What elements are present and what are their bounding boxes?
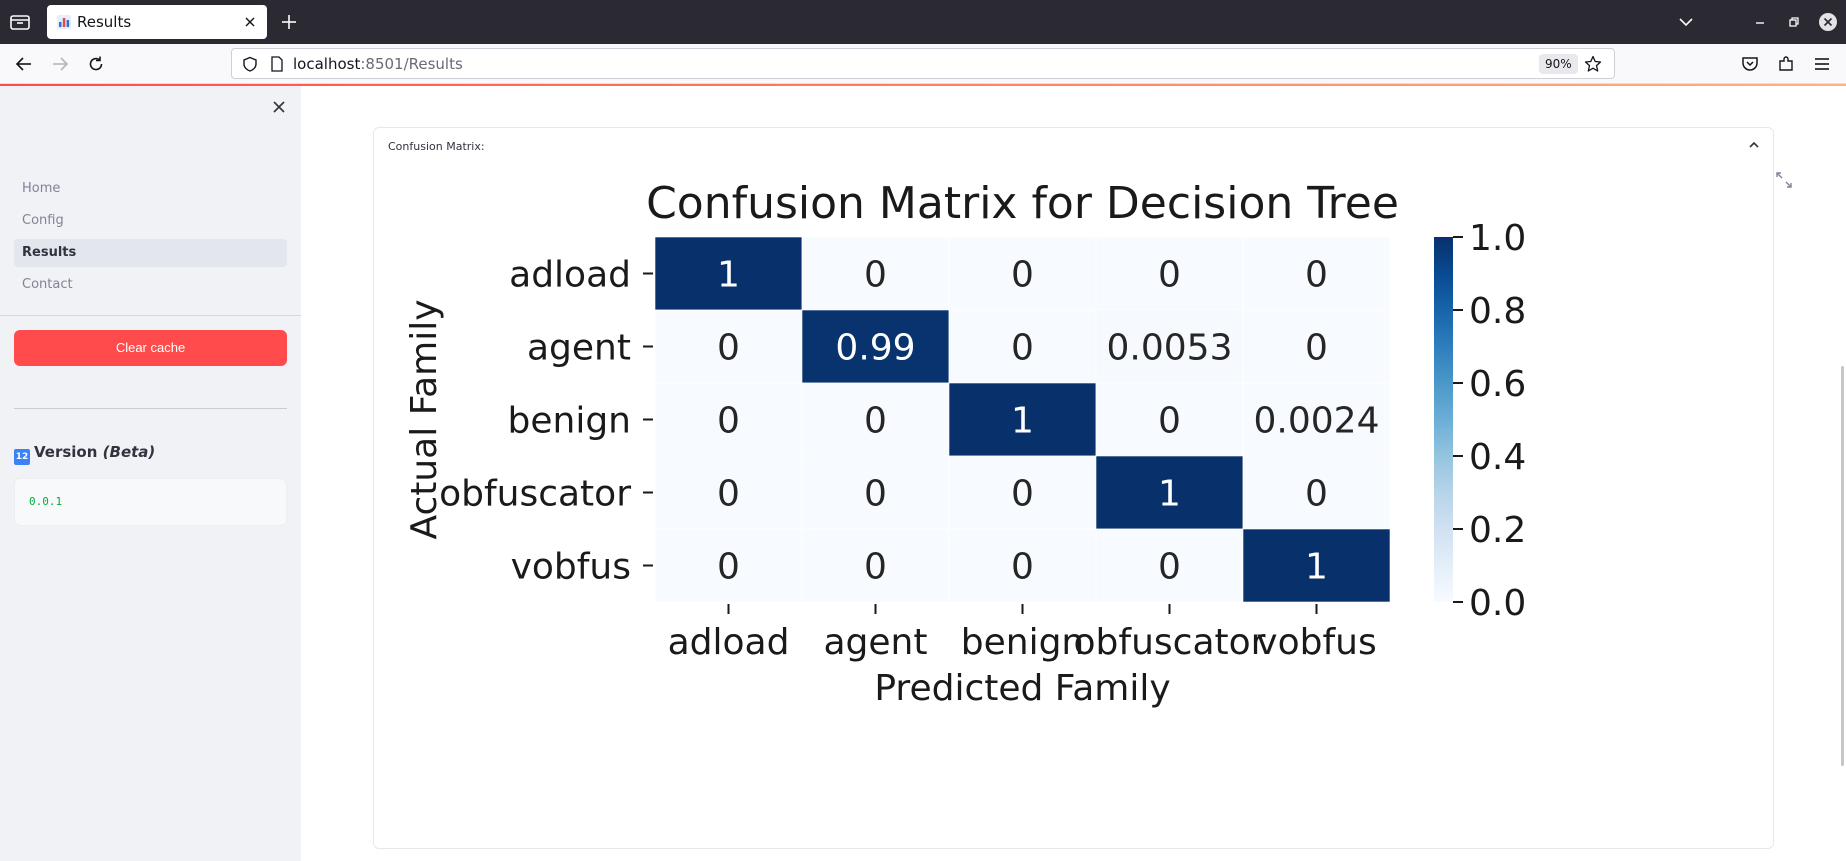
numbers-icon: 12 <box>14 449 30 465</box>
close-sidebar-icon[interactable] <box>270 98 288 116</box>
cell-label: 0 <box>717 328 740 369</box>
version-tag: (Beta) <box>102 443 156 461</box>
sidebar-item-contact[interactable]: Contact <box>14 271 287 299</box>
browser-tab[interactable]: Results <box>47 5 267 39</box>
cell-label: 0 <box>1011 255 1034 296</box>
colorbar <box>1434 237 1453 602</box>
version-code-block: 0.0.1 <box>14 478 287 526</box>
cell-label: 0 <box>1011 547 1034 588</box>
cell-label: 0 <box>1158 255 1181 296</box>
colorbar-tick-label: 0.6 <box>1469 364 1526 405</box>
pocket-icon[interactable] <box>1740 54 1760 74</box>
scrollbar[interactable] <box>1841 366 1844 766</box>
cell-label: 0 <box>1011 328 1034 369</box>
version-value: 0.0.1 <box>29 495 63 508</box>
url-host: localhost <box>293 55 361 73</box>
sidebar-item-config[interactable]: Config <box>14 207 287 235</box>
main-content: Confusion Matrix: Confusion Matrix for D… <box>301 86 1846 861</box>
hamburger-menu-icon[interactable] <box>1812 54 1832 74</box>
back-arrow-icon[interactable] <box>14 54 34 74</box>
cell-label: 0 <box>717 547 740 588</box>
y-tick-label: agent <box>527 328 631 369</box>
list-all-tabs-chevron-icon[interactable] <box>1676 12 1696 32</box>
cell-label: 0 <box>864 255 887 296</box>
x-tick-label: benign <box>961 622 1085 663</box>
cell-label: 0 <box>1305 474 1328 515</box>
colorbar-tick-label: 0.0 <box>1469 583 1526 624</box>
cell-label: 0 <box>1305 328 1328 369</box>
url-path: :8501/Results <box>360 55 463 73</box>
cell-label: 0.99 <box>835 328 915 369</box>
cell-label: 0 <box>864 474 887 515</box>
bar-chart-icon <box>57 15 71 29</box>
colorbar-tick-label: 0.8 <box>1469 291 1526 332</box>
page-icon[interactable] <box>270 56 284 72</box>
cell-label: 0 <box>1158 547 1181 588</box>
sidebar: Home Config Results Contact Clear cache … <box>0 86 301 861</box>
forward-arrow-icon[interactable] <box>50 54 70 74</box>
y-tick-label: benign <box>508 401 632 442</box>
fullscreen-icon[interactable] <box>1776 172 1792 188</box>
x-tick-label: adload <box>668 622 790 663</box>
y-tick-label: adload <box>509 255 631 296</box>
close-tab-icon[interactable] <box>241 13 259 31</box>
sidebar-item-home[interactable]: Home <box>14 175 287 203</box>
version-title: Version <box>34 443 98 461</box>
cell-label: 0 <box>864 401 887 442</box>
sidebar-divider <box>0 315 301 316</box>
cell-label: 0 <box>864 547 887 588</box>
clear-cache-button[interactable]: Clear cache <box>14 330 287 366</box>
tab-title: Results <box>77 13 132 31</box>
colorbar-tick-label: 0.4 <box>1469 437 1526 478</box>
browser-tab-bar: Results <box>0 0 1846 44</box>
confusion-matrix-chart: Confusion Matrix for Decision Tree 1 0 0 0 0 0… <box>404 178 1526 709</box>
confusion-matrix-expander[interactable]: Confusion Matrix: Confusion Matrix for D… <box>373 127 1774 849</box>
cell-label: 0 <box>717 401 740 442</box>
tab-list-icon[interactable] <box>9 12 31 32</box>
shield-icon[interactable] <box>242 56 258 72</box>
close-window-icon[interactable] <box>1818 12 1838 32</box>
colorbar-tick-label: 1.0 <box>1469 218 1526 259</box>
url-text[interactable]: localhost:8501/Results <box>293 55 463 73</box>
restore-icon[interactable] <box>1784 12 1804 32</box>
cell-label: 0.0053 <box>1107 328 1233 369</box>
cell-label: 0 <box>717 474 740 515</box>
cell-label: 0 <box>1305 255 1328 296</box>
version-heading: 12 Version (Beta) <box>14 443 155 465</box>
x-tick-label: agent <box>824 622 928 663</box>
chart-title: Confusion Matrix for Decision Tree <box>646 178 1399 229</box>
cell-label: 0 <box>1011 474 1034 515</box>
reload-icon[interactable] <box>86 54 106 74</box>
cell-label: 1 <box>717 255 740 296</box>
x-axis-label: Predicted Family <box>874 668 1170 709</box>
x-tick-label: vobfus <box>1256 622 1376 663</box>
y-tick-label: obfuscator <box>439 474 631 515</box>
star-bookmark-icon[interactable] <box>1584 55 1602 73</box>
browser-nav-bar: localhost:8501/Results 90% <box>0 44 1846 84</box>
zoom-badge[interactable]: 90% <box>1539 54 1578 74</box>
extensions-icon[interactable] <box>1776 54 1796 74</box>
y-tick-label: vobfus <box>511 547 631 588</box>
sidebar-separator <box>14 408 287 409</box>
cell-label: 1 <box>1158 474 1181 515</box>
y-axis-label: Actual Family <box>404 299 445 539</box>
minimize-icon[interactable] <box>1750 12 1770 32</box>
cell-label: 1 <box>1305 547 1328 588</box>
colorbar-tick-label: 0.2 <box>1469 510 1526 551</box>
x-tick-label: obfuscator <box>1074 622 1266 663</box>
cell-label: 1 <box>1011 401 1034 442</box>
cell-label: 0 <box>1158 401 1181 442</box>
new-tab-icon[interactable] <box>279 12 299 32</box>
cell-label: 0.0024 <box>1254 401 1380 442</box>
url-bar[interactable]: localhost:8501/Results 90% <box>231 48 1615 79</box>
sidebar-item-results[interactable]: Results <box>14 239 287 267</box>
